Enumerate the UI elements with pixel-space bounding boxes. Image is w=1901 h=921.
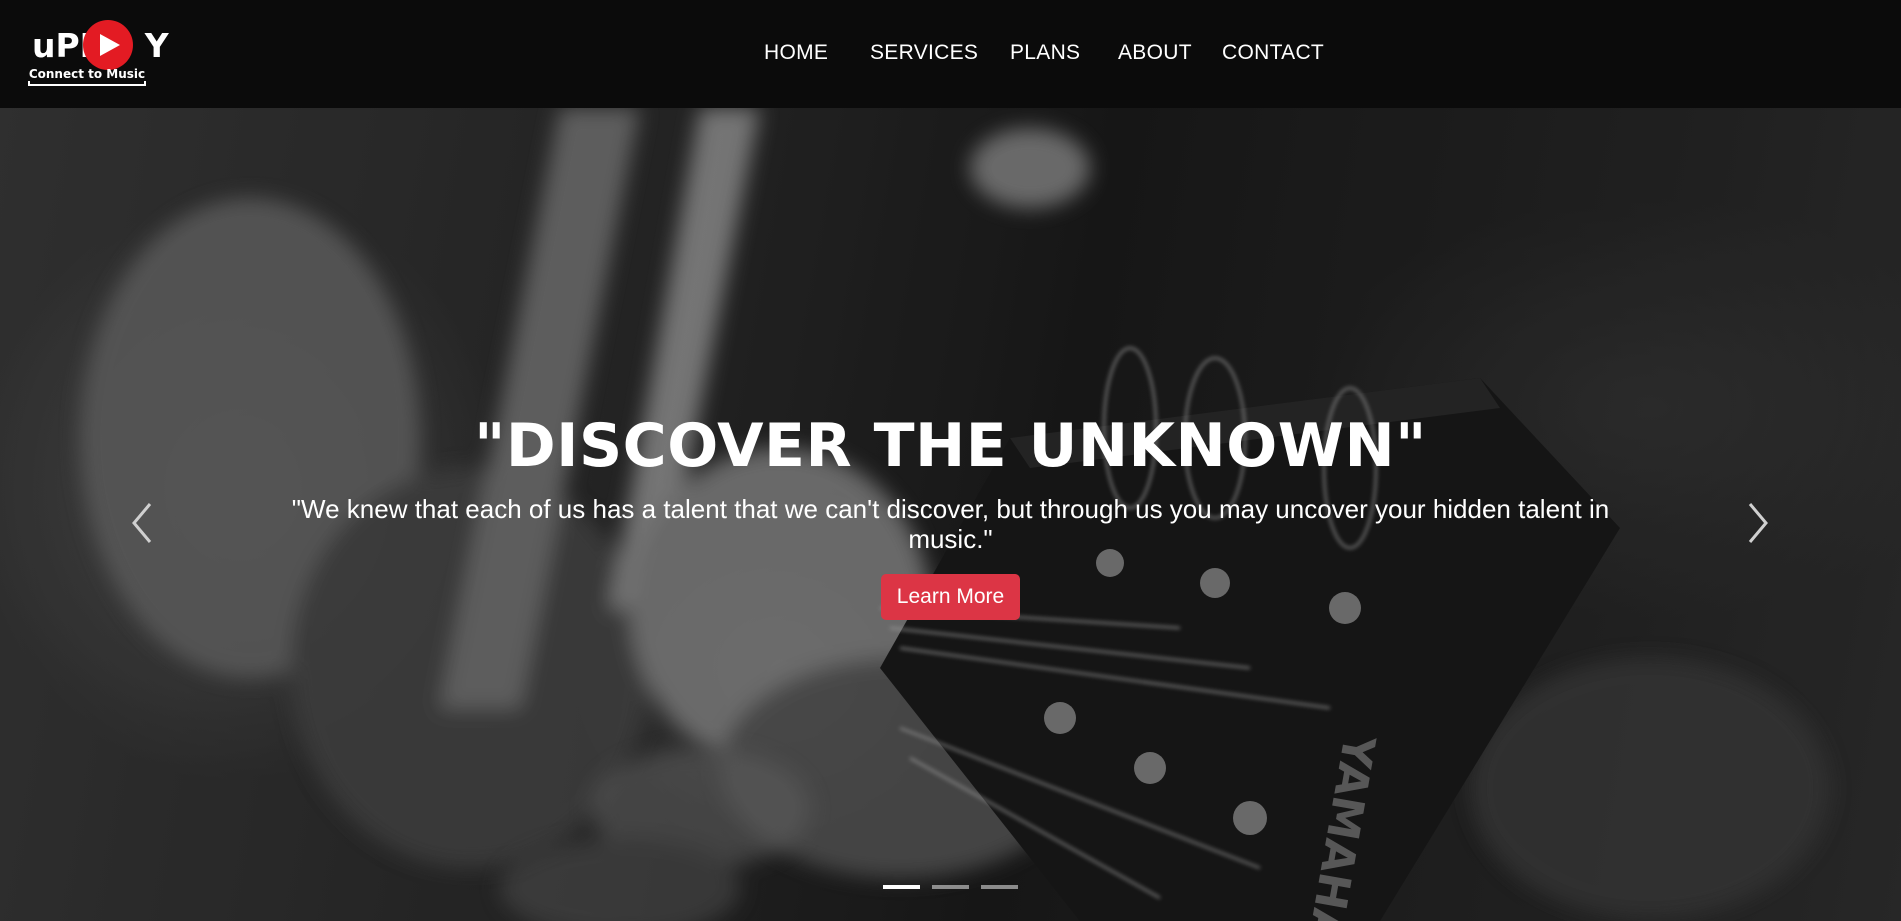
nav-contact[interactable]: CONTACT [1222,38,1324,68]
carousel-prev-button[interactable] [122,498,162,548]
learn-more-button[interactable]: Learn More [880,574,1021,620]
nav-home[interactable]: HOME [764,38,828,68]
chevron-left-icon [132,503,152,543]
carousel-next-button[interactable] [1738,498,1778,548]
hero-title: "DISCOVER THE UNKNOWN" [474,411,1427,481]
chevron-right-icon [1748,503,1768,543]
carousel-indicators [0,885,1901,895]
play-icon [83,20,133,70]
hero-caption: "DISCOVER THE UNKNOWN" "We knew that eac… [0,408,1901,620]
nav-services[interactable]: SERVICES [870,38,978,68]
nav-about[interactable]: ABOUT [1118,38,1192,68]
carousel-indicator-2[interactable] [932,885,969,889]
carousel-indicator-1[interactable] [882,885,920,889]
logo-tagline: Connect to Music [28,67,146,81]
hero-subtitle: "We knew that each of us has a talent th… [291,494,1610,554]
hero-carousel: YAMAHA "DISCOVER THE UNKNOWN" "We knew t… [0,108,1901,921]
brand-logo[interactable]: uPL Y Connect to Music [28,18,169,90]
logo-underline [28,81,146,86]
carousel-indicator-3[interactable] [981,885,1019,889]
navbar: uPL Y Connect to Music HOME SERVICES PLAN… [0,0,1901,108]
nav-plans[interactable]: PLANS [1010,38,1080,68]
